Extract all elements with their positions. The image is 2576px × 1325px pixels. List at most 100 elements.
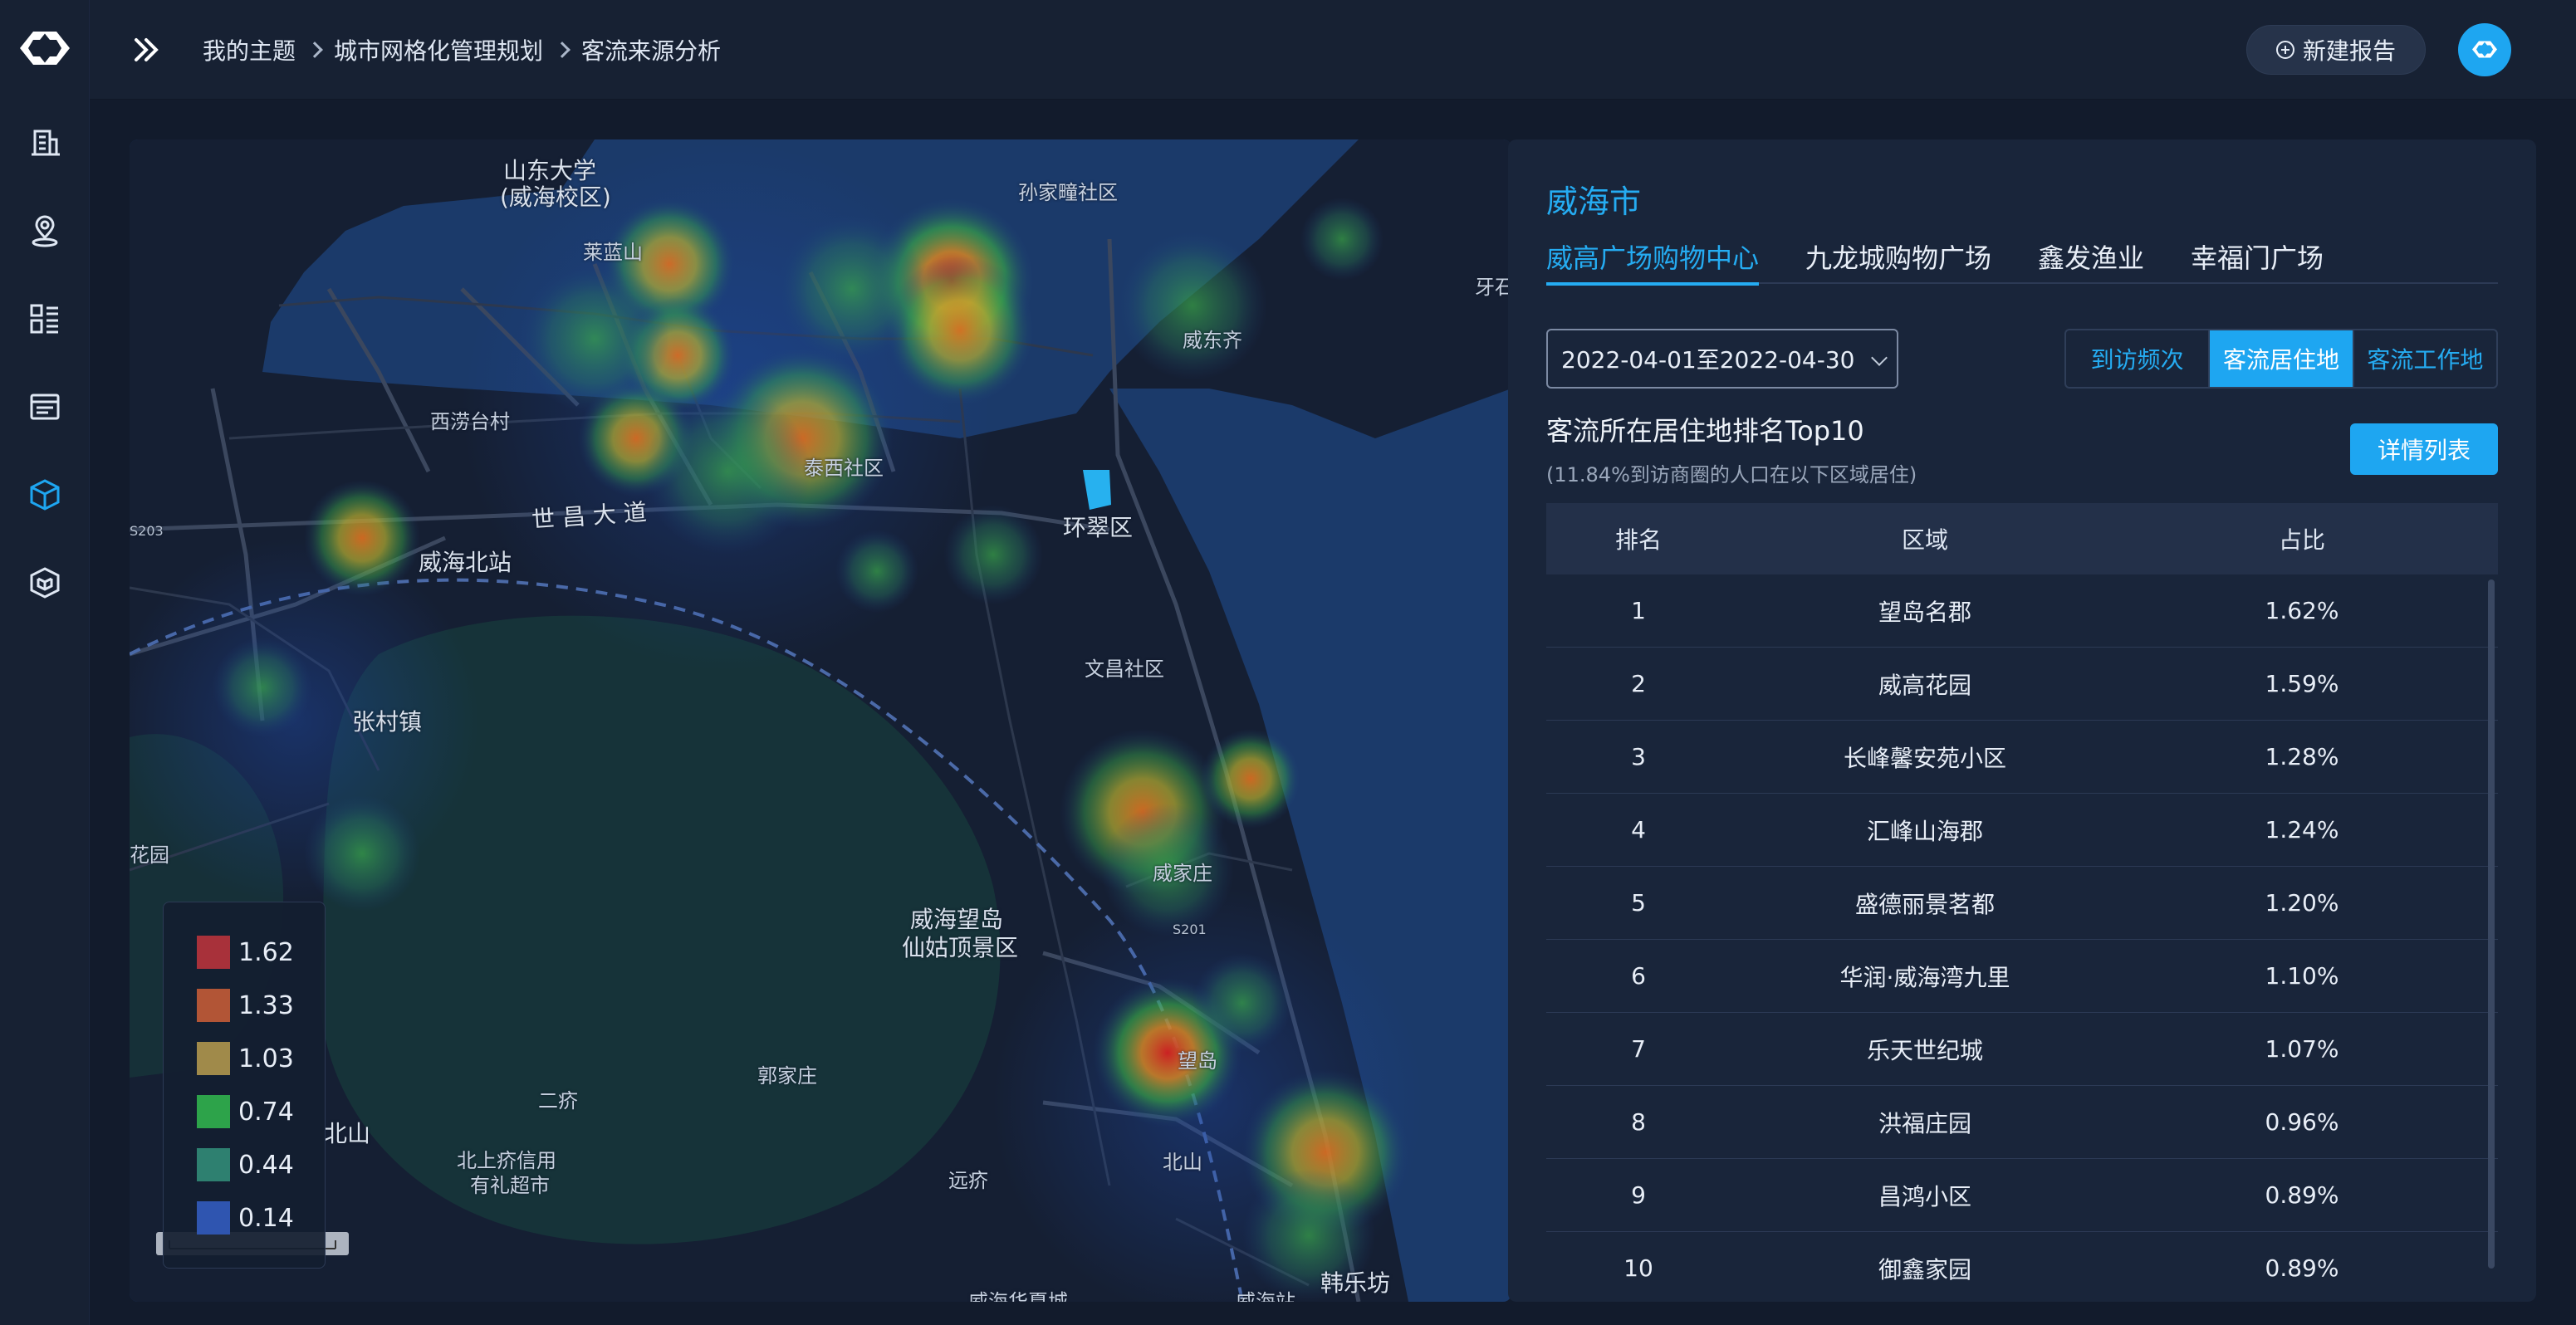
share-cell: 1.62% [2265,597,2339,624]
date-range-picker[interactable]: 2022-04-01至2022-04-30 [1546,329,1898,389]
table-row[interactable]: 2 威高花园 1.59% [1546,648,2498,721]
legend-item: 0.74 [197,1085,325,1138]
table-row[interactable]: 8 洪福庄园 0.96% [1546,1086,2498,1159]
segment-visit-frequency[interactable]: 到访频次 [2066,330,2208,387]
package-icon [30,567,60,599]
legend-value: 0.74 [238,1097,294,1127]
area-cell: 盛德丽景茗都 [1854,890,1995,918]
dashboard-icon [30,304,58,334]
area-cell: 御鑫家园 [1878,1255,1971,1283]
legend-swatch [197,936,230,969]
new-report-label: 新建报告 [2302,37,2396,65]
chevron-down-icon [1871,350,1888,366]
share-cell: 1.20% [2265,889,2339,917]
map-label: 北山 [1163,1151,1202,1174]
segment-workplace[interactable]: 客流工作地 [2352,330,2496,387]
tab-mall[interactable]: 鑫发渔业 [2038,237,2144,284]
map-label: S201 [1173,922,1207,937]
double-chevron-right-icon[interactable] [130,33,163,66]
map-label: 牙石 [1475,276,1511,299]
share-cell: 1.10% [2265,962,2339,990]
avatar[interactable] [2458,23,2511,76]
rank-cell: 3 [1631,743,1646,770]
map-label: (威海校区) [500,183,611,211]
city-title: 威海市 [1546,183,1642,220]
legend-swatch [197,989,230,1022]
map-label: 泰西社区 [804,457,884,480]
map-label: 西涝台村 [430,410,510,433]
map-label: 威海站 [1236,1290,1295,1302]
app-logo-icon[interactable] [12,22,78,76]
analysis-panel: 威海市 威高广场购物中心 九龙城购物广场 鑫发渔业 幸福门广场 2022-04-… [1508,139,2536,1302]
column-header-rank: 排名 [1614,526,1662,554]
rank-cell: 8 [1631,1108,1646,1136]
map-label: 威海北站 [419,549,512,576]
legend-value: 1.33 [238,990,294,1020]
share-cell: 1.07% [2265,1035,2339,1063]
map-label: 文昌社区 [1085,658,1164,681]
table-scrollbar[interactable] [2488,579,2495,1269]
legend-swatch [197,1042,230,1075]
sidebar-item-dashboard[interactable] [23,297,66,340]
breadcrumb-item-grid-planning[interactable]: 城市网格化管理规划 [334,33,543,66]
detail-list-button[interactable]: 详情列表 [2350,423,2498,475]
sidebar-item-list[interactable] [23,385,66,428]
legend-value: 0.14 [238,1203,294,1233]
rank-cell: 4 [1631,816,1646,843]
rank-cell: 6 [1631,962,1646,990]
rank-cell: 10 [1623,1254,1653,1282]
area-cell: 昌鸿小区 [1878,1182,1971,1210]
table-row[interactable]: 6 华润·威海湾九里 1.10% [1546,940,2498,1013]
map-label: 仙姑顶景区 [902,934,1019,961]
metric-segmented-control: 到访频次 客流居住地 客流工作地 [2064,329,2498,389]
table-row[interactable]: 1 望岛名郡 1.62% [1546,574,2498,648]
table-row[interactable]: 7 乐天世纪城 1.07% [1546,1013,2498,1086]
share-cell: 1.24% [2265,816,2339,843]
share-cell: 1.28% [2265,743,2339,770]
tab-mall[interactable]: 九龙城购物广场 [1805,237,1991,284]
legend-value: 0.44 [238,1150,294,1180]
breadcrumb-item-my-topics[interactable]: 我的主题 [203,33,296,66]
location-pin-icon [32,215,58,247]
sidebar-item-location[interactable] [23,209,66,252]
area-cell: 汇峰山海郡 [1866,817,1983,845]
plus-circle-icon [2275,41,2294,59]
table-body: 1 望岛名郡 1.62% 2 威高花园 1.59% 3 长峰馨安苑小区 1.28% 4 汇峰山海郡 1… [1546,574,2498,1302]
map-label: 威家庄 [1153,862,1212,885]
rank-cell: 5 [1631,889,1646,917]
ranking-table: 排名 区域 占比 1 望岛名郡 1.62% 2 威高花园 1.59% 3 长峰馨安苑小区 1.2… [1546,503,2498,1302]
map-label: 孙家疃社区 [1018,181,1118,204]
area-cell: 乐天世纪城 [1866,1036,1983,1064]
table-row[interactable]: 3 长峰馨安苑小区 1.28% [1546,721,2498,794]
tab-mall[interactable]: 威高广场购物中心 [1546,237,1760,286]
column-header-area: 区域 [1901,526,1948,554]
chevron-right-icon [306,42,323,58]
legend-item: 1.03 [197,1032,325,1085]
segment-residence[interactable]: 客流居住地 [2208,330,2353,387]
map-label: 张村镇 [352,708,423,736]
area-cell: 长峰馨安苑小区 [1843,744,2006,772]
legend-value: 1.03 [238,1044,294,1073]
heatmap-map[interactable]: 山东大学 (威海校区) 孙家疃社区 莱蓝山 威东齐 牙石 西涝台村 泰西社区 世… [130,139,1511,1302]
tab-mall[interactable]: 幸福门广场 [2191,237,2324,284]
rank-cell: 1 [1631,597,1646,624]
column-header-share: 占比 [2278,526,2325,554]
sidebar-item-building[interactable] [23,121,66,164]
new-report-button[interactable]: 新建报告 [2246,25,2426,75]
left-sidebar [0,0,90,1325]
share-cell: 0.89% [2265,1254,2339,1282]
rank-cell: 2 [1631,670,1646,697]
sidebar-item-package[interactable] [23,561,66,604]
map-label: 二疥 [538,1089,578,1112]
table-row[interactable]: 9 昌鸿小区 0.89% [1546,1159,2498,1232]
breadcrumb-item-current: 客流来源分析 [581,37,722,65]
table-row[interactable]: 5 盛德丽景茗都 1.20% [1546,867,2498,940]
sidebar-item-cube[interactable] [23,473,66,516]
map-label: 威东齐 [1183,329,1242,352]
share-cell: 0.89% [2265,1181,2339,1209]
map-label: 环翠区 [1063,514,1134,541]
area-cell: 威高花园 [1878,671,1971,699]
table-row[interactable]: 10 御鑫家园 0.89% [1546,1232,2498,1302]
area-cell: 洪福庄园 [1878,1109,1971,1137]
table-row[interactable]: 4 汇峰山海郡 1.24% [1546,794,2498,867]
